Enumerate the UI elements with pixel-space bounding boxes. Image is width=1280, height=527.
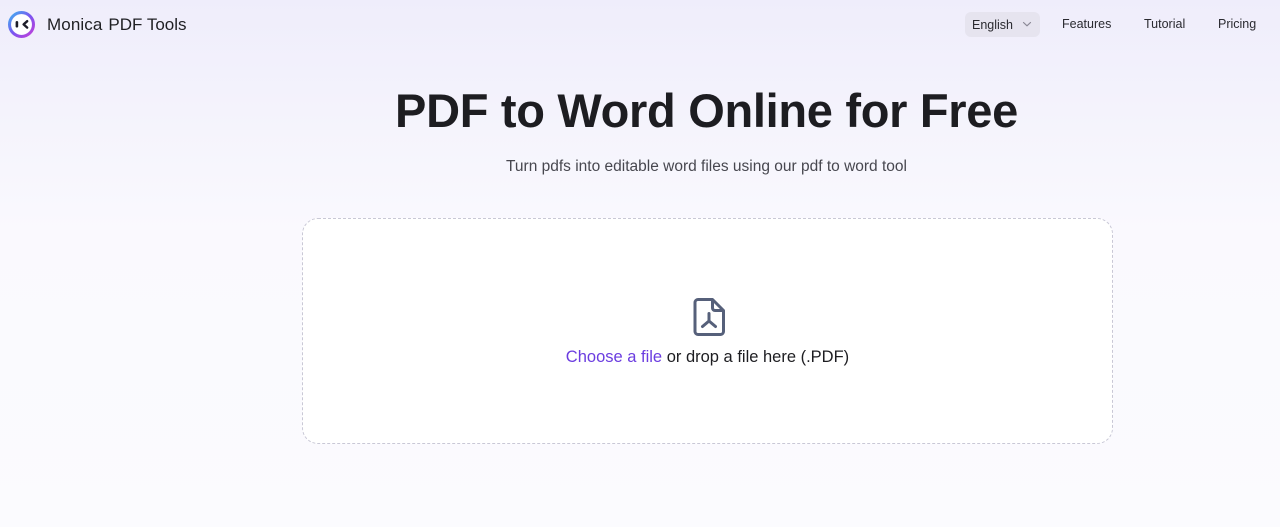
dropzone-instructions: Choose a file or drop a file here (.PDF) bbox=[303, 348, 1112, 367]
site-header: Monica PDF Tools English Features Tutori… bbox=[0, 0, 1280, 50]
nav-pricing-link[interactable]: Pricing bbox=[1218, 17, 1256, 31]
chevron-down-icon bbox=[1022, 21, 1032, 27]
brand-suffix: PDF Tools bbox=[108, 14, 187, 34]
file-dropzone[interactable]: Choose a file or drop a file here (.PDF) bbox=[302, 218, 1113, 444]
brand-name: Monica bbox=[47, 14, 103, 34]
choose-file-link[interactable]: Choose a file bbox=[566, 348, 662, 366]
brand-logo-link[interactable]: Monica PDF Tools bbox=[8, 11, 187, 38]
pdf-file-icon bbox=[693, 298, 725, 336]
nav-features-link[interactable]: Features bbox=[1062, 17, 1111, 31]
drop-hint-text: or drop a file here (.PDF) bbox=[662, 348, 850, 366]
monica-logo-icon bbox=[8, 11, 35, 38]
language-select[interactable]: English bbox=[965, 12, 1040, 37]
page-title: PDF to Word Online for Free bbox=[395, 84, 1018, 137]
language-label: English bbox=[972, 17, 1013, 32]
page-subtitle: Turn pdfs into editable word files using… bbox=[506, 158, 907, 175]
nav-tutorial-link[interactable]: Tutorial bbox=[1144, 17, 1185, 31]
